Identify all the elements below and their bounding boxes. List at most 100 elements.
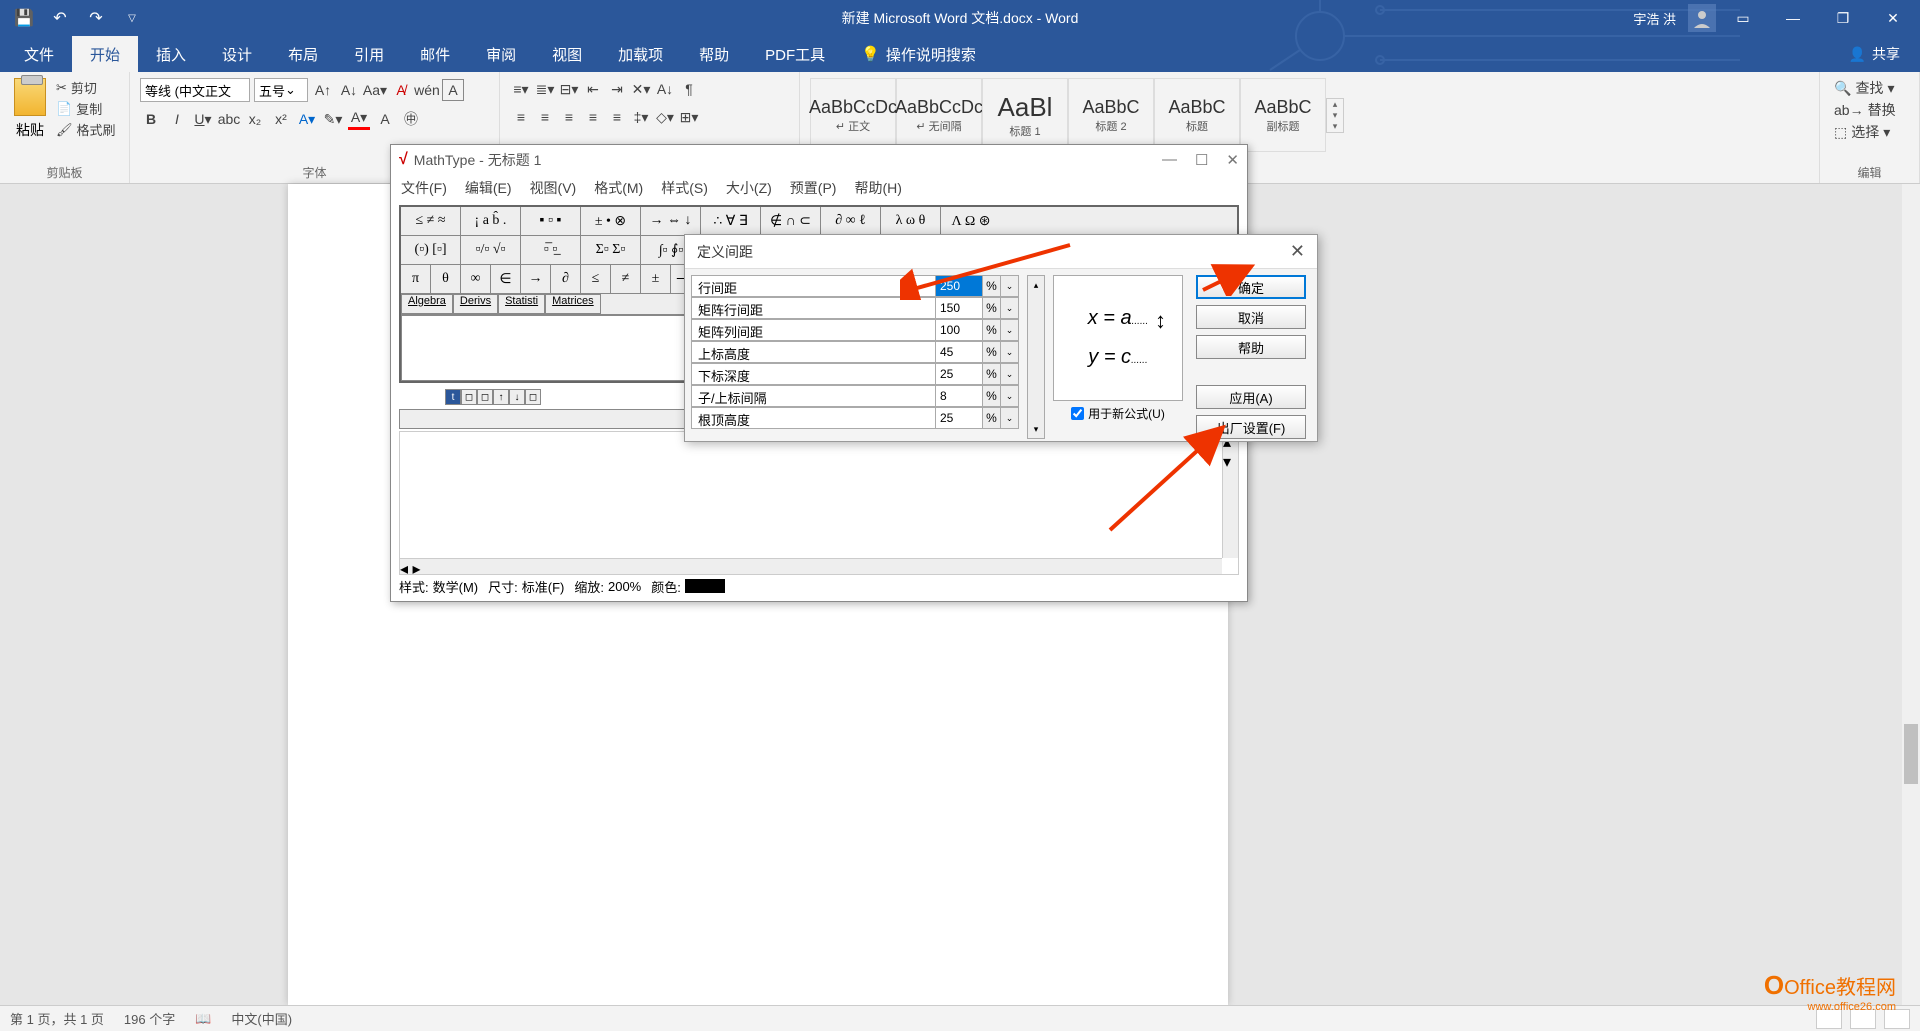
- tab-file[interactable]: 文件: [6, 36, 72, 72]
- line-spacing-icon[interactable]: ‡▾: [630, 106, 652, 128]
- align-left-icon[interactable]: ≡: [510, 106, 532, 128]
- tab-layout[interactable]: 布局: [270, 36, 336, 72]
- tab-addins[interactable]: 加载项: [600, 36, 681, 72]
- multilevel-icon[interactable]: ⊟▾: [558, 78, 580, 100]
- share-button[interactable]: 👤 共享: [1829, 36, 1920, 72]
- apply-new-formula-checkbox[interactable]: 用于新公式(U): [1071, 405, 1165, 422]
- unit-dropdown-icon[interactable]: ⌄: [1001, 341, 1019, 363]
- status-proofing-icon[interactable]: 📖: [195, 1011, 211, 1027]
- strikethrough-icon[interactable]: abc: [218, 108, 240, 130]
- cancel-button[interactable]: 取消: [1196, 305, 1306, 329]
- mt-palette-calc[interactable]: ∂ ∞ ℓ: [821, 207, 881, 235]
- mt-tab-matrices[interactable]: Matrices: [545, 294, 601, 314]
- mt-tab-derivs[interactable]: Derivs: [453, 294, 498, 314]
- field-input-matrixrow[interactable]: [935, 297, 983, 319]
- help-button[interactable]: 帮助: [1196, 335, 1306, 359]
- style-nospacing[interactable]: AaBbCcDc↵ 无间隔: [896, 78, 982, 152]
- mt-sym-partial[interactable]: ∂: [551, 265, 581, 293]
- vertical-scrollbar[interactable]: [1902, 184, 1920, 1005]
- superscript-icon[interactable]: x²: [270, 108, 292, 130]
- mt-scroll-v[interactable]: ▴▾: [1222, 432, 1238, 558]
- mt-maximize-icon[interactable]: ☐: [1195, 151, 1208, 169]
- mt-mode-text[interactable]: t: [445, 389, 461, 405]
- underline-icon[interactable]: U▾: [192, 108, 214, 130]
- mt-menu-preset[interactable]: 预置(P): [790, 178, 837, 198]
- mt-sym-arrow[interactable]: →: [521, 265, 551, 293]
- tab-insert[interactable]: 插入: [138, 36, 204, 72]
- asian-layout-icon[interactable]: ✕▾: [630, 78, 652, 100]
- mt-template-overbar[interactable]: ▫̅ ▫̲: [521, 236, 581, 264]
- decrease-font-icon[interactable]: A↓: [338, 79, 360, 101]
- justify-icon[interactable]: ≡: [582, 106, 604, 128]
- maximize-icon[interactable]: ❐: [1820, 0, 1866, 36]
- mt-editor[interactable]: ▴▾ ◂ ▸: [399, 431, 1239, 575]
- style-title[interactable]: AaBbC标题: [1154, 78, 1240, 152]
- mt-palette-logic[interactable]: ∴ ∀ ∃: [701, 207, 761, 235]
- subscript-icon[interactable]: x₂: [244, 108, 266, 130]
- save-icon[interactable]: 💾: [10, 4, 38, 32]
- mt-sym-pm[interactable]: ±: [641, 265, 671, 293]
- paste-button[interactable]: 粘贴: [16, 120, 44, 140]
- font-color-icon[interactable]: A▾: [348, 108, 370, 130]
- mt-tab-algebra[interactable]: Algebra: [401, 294, 453, 314]
- mt-mode-5[interactable]: ◻: [525, 389, 541, 405]
- mt-menu-format[interactable]: 格式(M): [594, 178, 643, 198]
- field-input-matrixcol[interactable]: [935, 319, 983, 341]
- close-icon[interactable]: ✕: [1870, 0, 1916, 36]
- tell-me[interactable]: 💡 操作说明搜索: [843, 36, 994, 72]
- tab-pdf[interactable]: PDF工具: [747, 36, 843, 72]
- styles-more[interactable]: ▴▾▾: [1326, 98, 1344, 133]
- decrease-indent-icon[interactable]: ⇤: [582, 78, 604, 100]
- status-language[interactable]: 中文(中国): [231, 1009, 292, 1028]
- dialog-field-scrollbar[interactable]: ▴ ▾: [1027, 275, 1045, 439]
- tab-mail[interactable]: 邮件: [402, 36, 468, 72]
- style-subtitle[interactable]: AaBbC副标题: [1240, 78, 1326, 152]
- dialog-close-icon[interactable]: ✕: [1290, 241, 1305, 262]
- font-size-combo[interactable]: 五号 ⌄: [254, 78, 308, 102]
- unit-dropdown-icon[interactable]: ⌄: [1001, 407, 1019, 429]
- mt-menu-view[interactable]: 视图(V): [530, 178, 577, 198]
- mt-sym-in[interactable]: ∈: [491, 265, 521, 293]
- increase-font-icon[interactable]: A↑: [312, 79, 334, 101]
- mt-mode-4[interactable]: ↓: [509, 389, 525, 405]
- mt-palette-spaces[interactable]: ▪ ▫ ▪: [521, 207, 581, 235]
- mt-tab-statistics[interactable]: Statisti: [498, 294, 545, 314]
- mt-sym-leq[interactable]: ≤: [581, 265, 611, 293]
- clear-format-icon[interactable]: A̸: [390, 79, 412, 101]
- mt-menu-style[interactable]: 样式(S): [661, 178, 708, 198]
- mt-sym-neq[interactable]: ≠: [611, 265, 641, 293]
- format-painter-button[interactable]: 🖌格式刷: [56, 120, 116, 139]
- mt-palette-relations[interactable]: ≤ ≠ ≈: [401, 207, 461, 235]
- redo-icon[interactable]: ↷: [82, 4, 110, 32]
- unit-dropdown-icon[interactable]: ⌄: [1001, 363, 1019, 385]
- field-input-linespacing[interactable]: [935, 275, 983, 297]
- field-input-radical[interactable]: [935, 407, 983, 429]
- copy-button[interactable]: 📄复制: [56, 99, 116, 118]
- phonetic-icon[interactable]: wén: [416, 79, 438, 101]
- mt-mode-2[interactable]: ◻: [477, 389, 493, 405]
- sort-icon[interactable]: A↓: [654, 78, 676, 100]
- field-input-subsupgap[interactable]: [935, 385, 983, 407]
- minimize-icon[interactable]: —: [1770, 0, 1816, 36]
- mt-template-fractions[interactable]: ▫/▫ √▫: [461, 236, 521, 264]
- unit-dropdown-icon[interactable]: ⌄: [1001, 275, 1019, 297]
- find-button[interactable]: 🔍 查找 ▾: [1834, 78, 1905, 98]
- enclose-char-icon[interactable]: ㊥: [400, 108, 422, 130]
- show-marks-icon[interactable]: ¶: [678, 78, 700, 100]
- mt-palette-accents[interactable]: ¡ a b̂ .: [461, 207, 521, 235]
- paste-icon[interactable]: [14, 78, 46, 116]
- unit-dropdown-icon[interactable]: ⌄: [1001, 385, 1019, 407]
- mt-scroll-h[interactable]: ◂ ▸: [400, 558, 1222, 574]
- undo-icon[interactable]: ↶: [46, 4, 74, 32]
- mt-menu-edit[interactable]: 编辑(E): [465, 178, 512, 198]
- char-border-icon[interactable]: A: [442, 79, 464, 101]
- mt-mode-3[interactable]: ↑: [493, 389, 509, 405]
- cut-button[interactable]: ✂剪切: [56, 78, 116, 97]
- select-button[interactable]: ⬚ 选择 ▾: [1834, 122, 1905, 142]
- mt-sym-theta[interactable]: θ: [431, 265, 461, 293]
- mt-palette-greek-lower[interactable]: λ ω θ: [881, 207, 941, 235]
- style-normal[interactable]: AaBbCcDc↵ 正文: [810, 78, 896, 152]
- borders-icon[interactable]: ⊞▾: [678, 106, 700, 128]
- distribute-icon[interactable]: ≡: [606, 106, 628, 128]
- italic-icon[interactable]: I: [166, 108, 188, 130]
